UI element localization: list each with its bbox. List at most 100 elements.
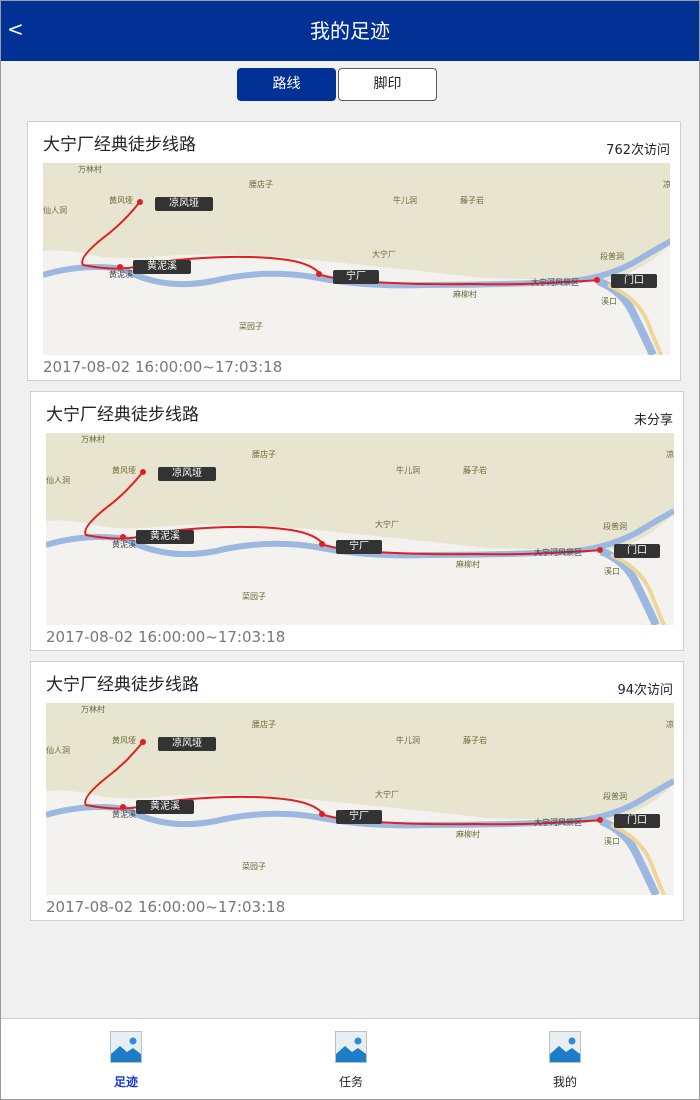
marker-label[interactable]: 宁厂 — [336, 540, 382, 554]
place-label: 溪口 — [604, 837, 620, 846]
route-map[interactable]: 万林村 仙人洞 黄风垭 腰店子 牛儿洞 藤子岩 大宁厂 段普洞 大宁河风景区 麻… — [46, 703, 674, 895]
place-label: 麻柳村 — [456, 830, 480, 839]
route-map[interactable]: 万林村 仙人洞 黄风垭 腰店子 牛儿洞 藤子岩 大宁厂 段普洞 大宁河风景区 麻… — [43, 163, 670, 355]
place-label: 万林村 — [78, 165, 102, 174]
route-map[interactable]: 万林村 仙人洞 黄风垭 腰店子 牛儿洞 藤子岩 大宁厂 段普洞 大宁河风景区 麻… — [46, 433, 674, 625]
place-label: 黄风垭 — [112, 736, 136, 745]
marker-label[interactable]: 凉风垭 — [158, 467, 216, 481]
place-label: 大宁厂 — [375, 790, 399, 799]
route-title: 大宁厂经典徒步线路 — [46, 675, 199, 695]
footprints-tab-button[interactable]: 脚印 — [338, 68, 437, 101]
place-label: 腰店子 — [249, 180, 273, 189]
place-label: 腰店子 — [252, 720, 276, 729]
place-label: 万林村 — [81, 435, 105, 444]
header-bar: < 我的足迹 — [1, 1, 699, 61]
place-label: 大宁河风景区 — [534, 818, 582, 827]
view-toggle: 路线 脚印 — [237, 68, 437, 101]
tab-footprint[interactable]: 足迹 — [86, 1031, 166, 1090]
map-marker-dot — [137, 199, 143, 205]
place-label: 凉 — [663, 179, 670, 190]
map-marker-dot — [597, 817, 603, 823]
map-marker-dot — [316, 271, 322, 277]
share-status: 未分享 — [633, 413, 673, 428]
marker-label[interactable]: 门口 — [611, 274, 657, 288]
marker-label[interactable]: 黄泥溪 — [133, 260, 191, 274]
route-card[interactable]: 大宁厂经典徒步线路 762次访问 万林村 仙人洞 黄风垭 腰店子 牛儿洞 藤子岩… — [27, 121, 681, 381]
tab-tasks[interactable]: 任务 — [311, 1031, 391, 1090]
place-label: 凉 — [666, 720, 674, 729]
route-time-range: 2017-08-02 16:00:00~17:03:18 — [46, 628, 286, 646]
marker-label[interactable]: 凉风垭 — [158, 737, 216, 751]
place-label: 仙人洞 — [46, 746, 70, 755]
place-label: 黄泥溪 — [112, 540, 136, 549]
map-marker-dot — [319, 541, 325, 547]
route-title: 大宁厂经典徒步线路 — [43, 135, 196, 155]
place-label: 万林村 — [81, 705, 105, 714]
place-label: 溪口 — [601, 297, 617, 306]
marker-label[interactable]: 黄泥溪 — [136, 530, 194, 544]
tab-label: 足迹 — [113, 1075, 138, 1089]
place-label: 大宁厂 — [372, 250, 396, 259]
place-label: 麻柳村 — [453, 290, 477, 299]
route-map-graphic — [46, 433, 674, 625]
map-marker-dot — [594, 277, 600, 283]
route-title: 大宁厂经典徒步线路 — [46, 405, 199, 425]
route-time-range: 2017-08-02 16:00:00~17:03:18 — [43, 358, 283, 376]
place-label: 黄风垭 — [109, 196, 133, 205]
place-label: 大宁河风景区 — [531, 278, 579, 287]
place-label: 溪口 — [604, 567, 620, 576]
tab-label: 任务 — [338, 1075, 363, 1089]
marker-label[interactable]: 宁厂 — [333, 270, 379, 284]
place-label: 牛儿洞 — [396, 466, 420, 475]
tab-mine[interactable]: 我的 — [525, 1031, 605, 1090]
place-label: 黄泥溪 — [109, 270, 133, 279]
routes-tab-button[interactable]: 路线 — [237, 68, 336, 101]
marker-label[interactable]: 门口 — [614, 814, 660, 828]
route-map-graphic — [46, 703, 674, 895]
marker-label[interactable]: 黄泥溪 — [136, 800, 194, 814]
image-placeholder-icon — [110, 1031, 142, 1063]
place-label: 藤子岩 — [463, 466, 487, 475]
place-label: 藤子岩 — [460, 196, 484, 205]
route-time-range: 2017-08-02 16:00:00~17:03:18 — [46, 898, 286, 916]
place-label: 牛儿洞 — [396, 736, 420, 745]
map-marker-dot — [140, 739, 146, 745]
place-label: 段普洞 — [603, 792, 627, 801]
map-marker-dot — [120, 804, 126, 810]
image-placeholder-icon — [549, 1031, 581, 1063]
map-marker-dot — [140, 469, 146, 475]
visit-count: 94次访问 — [617, 683, 673, 698]
place-label: 仙人洞 — [46, 476, 70, 485]
app-frame: < 我的足迹 路线 脚印 大宁厂经典徒步线路 762次访问 万林村 仙人洞 黄风… — [0, 0, 700, 1100]
route-map-graphic — [43, 163, 670, 355]
place-label: 藤子岩 — [463, 736, 487, 745]
place-label: 段普洞 — [600, 252, 624, 261]
page-title: 我的足迹 — [310, 19, 390, 43]
place-label: 黄泥溪 — [112, 810, 136, 819]
map-marker-dot — [597, 547, 603, 553]
map-marker-dot — [319, 811, 325, 817]
place-label: 菜园子 — [242, 592, 266, 601]
route-card[interactable]: 大宁厂经典徒步线路 未分享 万林村 仙人洞 黄风垭 腰店子 牛儿洞 藤子岩 大宁… — [30, 391, 684, 651]
tab-label: 我的 — [552, 1075, 577, 1089]
map-marker-dot — [120, 534, 126, 540]
bottom-tab-bar: 足迹 任务 我的 — [1, 1018, 699, 1099]
place-label: 大宁河风景区 — [534, 548, 582, 557]
place-label: 大宁厂 — [375, 520, 399, 529]
place-label: 麻柳村 — [456, 560, 480, 569]
marker-label[interactable]: 凉风垭 — [155, 197, 213, 211]
place-label: 段普洞 — [603, 522, 627, 531]
place-label: 凉 — [666, 450, 674, 459]
route-card[interactable]: 大宁厂经典徒步线路 94次访问 万林村 仙人洞 黄风垭 腰店子 牛儿洞 藤子岩 … — [30, 661, 684, 921]
place-label: 仙人洞 — [43, 206, 67, 215]
marker-label[interactable]: 宁厂 — [336, 810, 382, 824]
place-label: 牛儿洞 — [393, 196, 417, 205]
place-label: 腰店子 — [252, 450, 276, 459]
place-label: 菜园子 — [239, 322, 263, 331]
visit-count: 762次访问 — [606, 143, 670, 158]
place-label: 菜园子 — [242, 862, 266, 871]
place-label: 黄风垭 — [112, 466, 136, 475]
map-marker-dot — [117, 264, 123, 270]
image-placeholder-icon — [335, 1031, 367, 1063]
marker-label[interactable]: 门口 — [614, 544, 660, 558]
